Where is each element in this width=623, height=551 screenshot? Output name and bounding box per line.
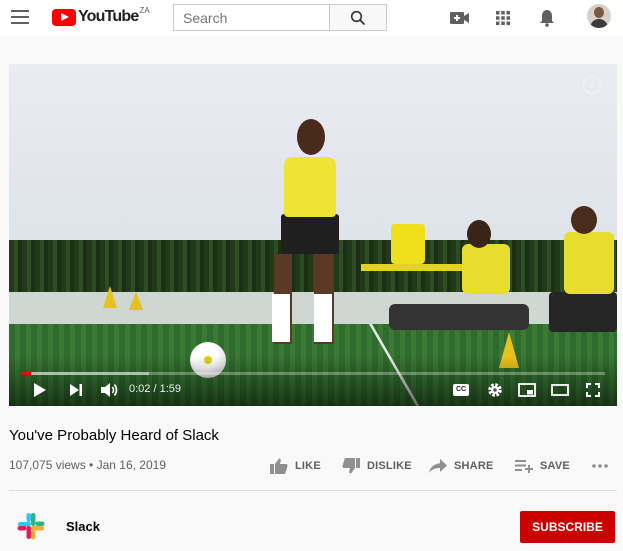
player-standing <box>284 157 336 217</box>
menu-icon[interactable] <box>11 10 29 24</box>
time-current: 0:02 <box>129 383 151 395</box>
fullscreen-button[interactable] <box>583 380 603 400</box>
search-input[interactable] <box>173 4 330 31</box>
settings-button[interactable] <box>485 380 505 400</box>
create-video-icon[interactable] <box>450 8 470 28</box>
miniplayer-button[interactable] <box>516 380 538 400</box>
logo-wordmark: YouTube <box>78 8 139 25</box>
fullscreen-icon <box>586 383 600 397</box>
player-crouching <box>564 232 614 294</box>
settings-icon <box>488 383 502 397</box>
training-cone <box>129 292 143 310</box>
youtube-play-logo-icon <box>52 8 76 26</box>
next-icon <box>70 384 82 396</box>
progress-buffered <box>21 372 150 375</box>
progress-played <box>21 372 31 375</box>
youtube-logo[interactable]: YouTube ZA <box>52 5 150 27</box>
theater-mode-icon <box>551 384 569 396</box>
dislike-label: DISLIKE <box>367 460 412 472</box>
video-meta: 107,075 views • Jan 16, 2019 <box>9 458 166 472</box>
divider <box>9 490 617 491</box>
time-total: 1:59 <box>159 383 182 395</box>
notifications-bell-icon[interactable] <box>537 8 557 28</box>
region-code: ZA <box>139 5 150 15</box>
account-avatar[interactable] <box>587 4 611 28</box>
progress-bar[interactable] <box>21 372 605 375</box>
like-label: LIKE <box>295 460 321 472</box>
dislike-button[interactable]: DISLIKE <box>342 456 412 476</box>
captions-button[interactable]: CC <box>451 380 471 400</box>
add-to-playlist-icon <box>515 460 533 473</box>
training-cone <box>103 286 117 308</box>
captions-label: CC <box>455 386 467 393</box>
like-button[interactable]: LIKE <box>270 456 321 476</box>
slack-logo-icon <box>17 513 45 540</box>
view-count: 107,075 views <box>9 458 86 472</box>
thumbs-up-icon <box>270 458 288 474</box>
miniplayer-icon <box>518 383 536 397</box>
player-sitting <box>462 244 510 294</box>
upload-date: Jan 16, 2019 <box>96 458 166 472</box>
share-arrow-icon <box>429 459 447 473</box>
share-label: SHARE <box>454 460 494 472</box>
next-button[interactable] <box>67 380 85 400</box>
water-cooler <box>391 224 425 264</box>
captions-icon: CC <box>453 384 469 396</box>
theater-mode-button[interactable] <box>549 380 571 400</box>
volume-button[interactable] <box>99 380 121 400</box>
subscribe-button[interactable]: SUBSCRIBE <box>520 511 615 543</box>
masthead: YouTube ZA <box>0 0 623 36</box>
video-title: You've Probably Heard of Slack <box>9 427 219 444</box>
time-display: 0:02 / 1:59 <box>129 383 182 395</box>
search-icon <box>350 10 366 25</box>
more-actions-button[interactable] <box>592 456 615 476</box>
play-icon <box>34 383 46 397</box>
video-player[interactable]: i 0:02 / 1:59 CC <box>9 64 617 406</box>
channel-avatar[interactable] <box>13 508 49 544</box>
save-label: SAVE <box>540 460 570 472</box>
play-button[interactable] <box>31 380 49 400</box>
thumbs-down-icon <box>342 458 360 474</box>
channel-name[interactable]: Slack <box>66 519 100 534</box>
apps-grid-icon[interactable] <box>493 8 513 28</box>
share-button[interactable]: SHARE <box>429 456 494 476</box>
volume-icon <box>101 383 118 397</box>
search-button[interactable] <box>329 4 387 31</box>
save-button[interactable]: SAVE <box>515 456 570 476</box>
info-icon[interactable]: i <box>583 76 601 94</box>
more-horizontal-icon <box>592 464 608 468</box>
